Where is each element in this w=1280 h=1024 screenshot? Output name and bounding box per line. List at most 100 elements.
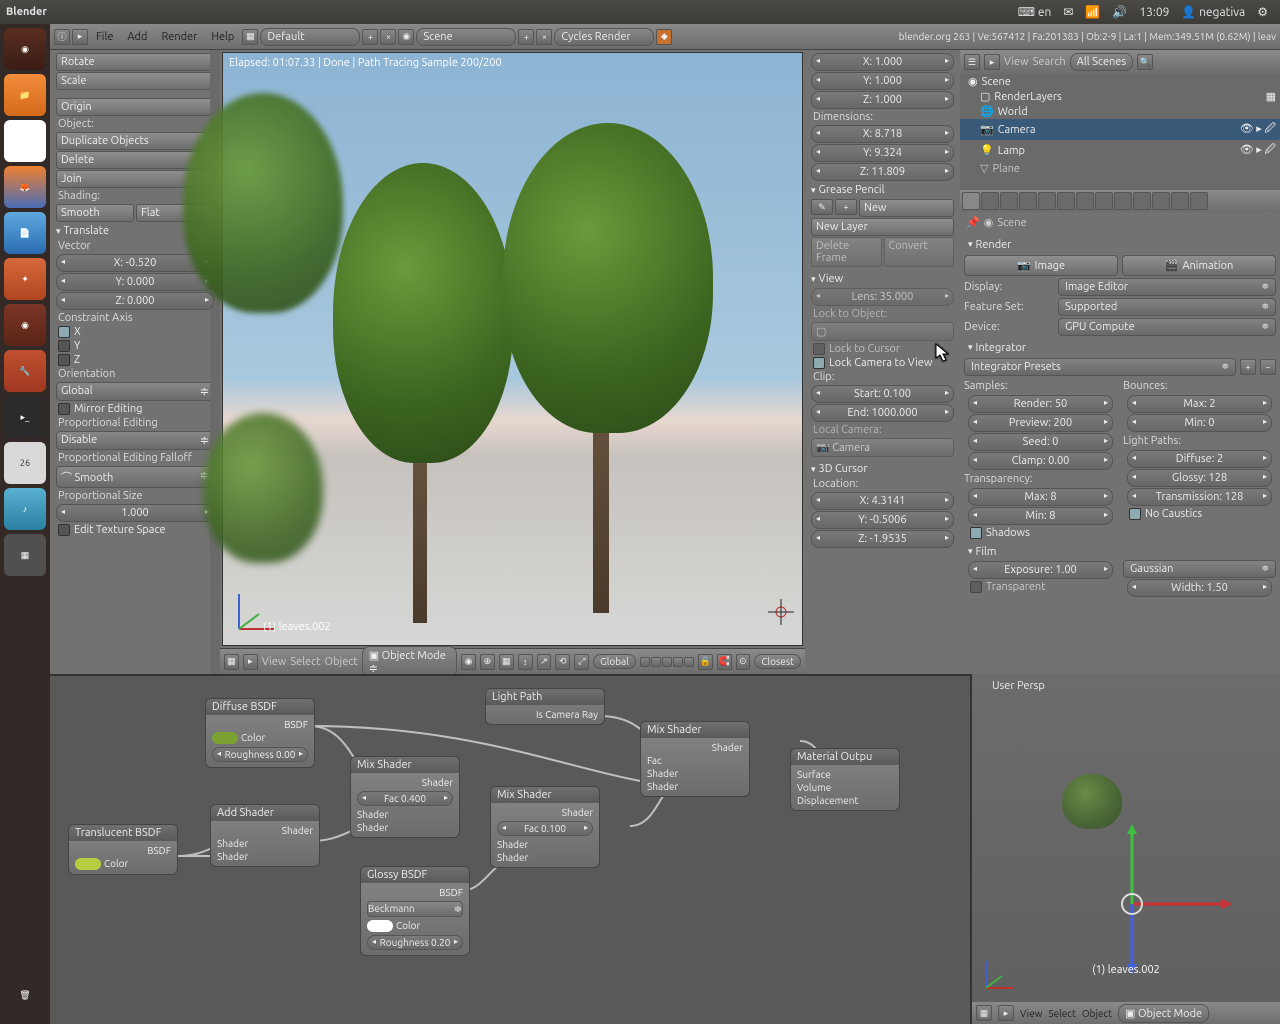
outliner-camera[interactable]: 📷 Camera👁 ▸ 🖉 (960, 119, 1280, 140)
render-anim-button[interactable]: 🎬 Animation (1122, 255, 1276, 276)
del-layout-icon[interactable]: × (380, 29, 396, 45)
new-layer-button[interactable]: New Layer (811, 218, 954, 236)
origin-button[interactable]: Origin (56, 98, 214, 116)
outliner-lamp[interactable]: 💡 Lamp👁 ▸ 🖉 (960, 140, 1280, 161)
layout-select[interactable]: Default (260, 28, 360, 46)
add-layout-icon[interactable]: + (362, 29, 378, 45)
node-material-output[interactable]: Material Outpu SurfaceVolumeDisplacement (790, 748, 900, 811)
integrator-header[interactable]: Integrator (964, 340, 1276, 356)
layer-grid[interactable] (640, 657, 694, 667)
user-menu[interactable]: 👤 negativa (1181, 5, 1245, 19)
mirror-editing[interactable]: Mirror Editing (52, 402, 218, 416)
menu-file[interactable]: File (90, 31, 119, 43)
bounces-min[interactable]: Min: 0 (1127, 414, 1272, 432)
app-icon[interactable]: ✦ (4, 258, 46, 300)
display-type[interactable]: All Scenes (1070, 53, 1133, 71)
select-menu[interactable]: Select (290, 656, 320, 668)
transmission-bounces[interactable]: Transmission: 128 (1127, 488, 1272, 506)
trans-max[interactable]: Max: 8 (968, 488, 1113, 506)
lock-object-select[interactable]: ▢ (811, 322, 954, 341)
falloff-select[interactable]: ⌒ Smooth≑ (56, 466, 214, 488)
scene-select[interactable]: Scene (416, 28, 516, 46)
view-menu[interactable]: View (262, 656, 287, 668)
search-icon[interactable]: 🔍 (1137, 54, 1153, 70)
no-caustics-check[interactable]: No Caustics (1123, 507, 1276, 521)
mini-mode-select[interactable]: ▣ Object Mode (1118, 1004, 1209, 1023)
feature-set-select[interactable]: Supported (1058, 298, 1276, 316)
add-scene-icon[interactable]: + (518, 29, 534, 45)
lens-field[interactable]: Lens: 35.000 (811, 288, 954, 306)
tab-render[interactable] (962, 192, 980, 210)
calendar-icon[interactable]: 26 (4, 442, 46, 484)
filter-width[interactable]: Width: 1.50 (1127, 579, 1272, 597)
node-mix-shader-2[interactable]: Mix Shader Shader Fac 0.100 ShaderShader (490, 786, 600, 868)
render-samples[interactable]: Render: 50 (968, 395, 1113, 413)
snap-icon[interactable]: 🧲 (717, 654, 732, 670)
constraint-z[interactable]: Z (52, 353, 218, 367)
pin-icon[interactable]: 📌 (966, 216, 980, 229)
glossy-bounces[interactable]: Glossy: 128 (1127, 469, 1272, 487)
3d-viewport[interactable]: Elapsed: 01:07.33 | Done | Path Tracing … (222, 52, 803, 646)
files-icon[interactable]: 📁 (4, 74, 46, 116)
outliner-scene[interactable]: ◉ Scene (960, 74, 1280, 89)
camera-select[interactable]: 📷 Camera (811, 438, 954, 457)
del-scene-icon[interactable]: × (536, 29, 552, 45)
clip-start[interactable]: Start: 0.100 (811, 385, 954, 403)
keyboard-icon[interactable]: ⌨ en (1018, 5, 1052, 19)
clamp[interactable]: Clamp: 0.00 (968, 452, 1113, 470)
scale-button[interactable]: Scale (56, 72, 214, 90)
grease-pencil-header[interactable]: Grease Pencil (807, 182, 958, 198)
layout-icon[interactable]: ▦ (242, 29, 258, 45)
cursor-x[interactable]: X: 4.3141 (811, 492, 954, 510)
mode-select[interactable]: ▣ Object Mode ≑ (362, 646, 457, 675)
constraint-x[interactable]: X (52, 325, 218, 339)
cursor-y[interactable]: Y: -0.5006 (811, 511, 954, 529)
smooth-button[interactable]: Smooth (56, 204, 134, 222)
ubuntu-icon[interactable]: ◉ (4, 304, 46, 346)
cursor-z[interactable]: Z: -1.9535 (811, 530, 954, 548)
snap-select[interactable]: Closest (754, 654, 801, 669)
node-diffuse-bsdf[interactable]: Diffuse BSDF BSDF Color Roughness 0.00 (205, 698, 315, 768)
preview-samples[interactable]: Preview: 200 (968, 414, 1113, 432)
vector-z[interactable]: Z: 0.000 (56, 292, 214, 310)
transform-x[interactable]: X: 1.000 (811, 53, 954, 71)
trans-min[interactable]: Min: 8 (968, 507, 1113, 525)
transparent-check[interactable]: Transparent (964, 580, 1117, 594)
propedit-select[interactable]: Disable≑ (56, 431, 214, 450)
terminal-icon[interactable]: ▸_ (4, 396, 46, 438)
duplicate-button[interactable]: Duplicate Objects (56, 132, 214, 150)
manipulator-icon[interactable]: ↕ (518, 654, 533, 670)
new-button[interactable]: New (859, 199, 954, 217)
engine-select[interactable]: Cycles Render (554, 28, 654, 46)
object-menu[interactable]: Object (325, 656, 358, 668)
clip-end[interactable]: End: 1000.000 (811, 404, 954, 422)
bounces-max[interactable]: Max: 2 (1127, 395, 1272, 413)
scene-icon[interactable]: ◉ (398, 29, 414, 45)
outliner-world[interactable]: 🌐 World (960, 104, 1280, 119)
menu-render[interactable]: Render (155, 31, 203, 43)
node-glossy-bsdf[interactable]: Glossy BSDF BSDF Beckmann≑ Color Roughne… (360, 866, 470, 956)
volume-icon[interactable]: 🔊 (1112, 5, 1127, 19)
node-mix-shader-1[interactable]: Mix Shader Shader Fac 0.400 ShaderShader (350, 756, 460, 838)
menu-add[interactable]: Add (121, 31, 153, 43)
node-mix-shader-3[interactable]: Mix Shader Shader Fac ShaderShader (640, 721, 750, 797)
constraint-y[interactable]: Y (52, 339, 218, 353)
clock[interactable]: 13:09 (1139, 6, 1169, 19)
menu-help[interactable]: Help (205, 31, 240, 43)
add-icon[interactable]: + (835, 199, 857, 215)
render-image-button[interactable]: 📷 Image (964, 255, 1118, 276)
render-panel-header[interactable]: Render (964, 237, 1276, 253)
document-icon[interactable]: 📄 (4, 212, 46, 254)
node-translucent-bsdf[interactable]: Translucent BSDF BSDF Color (68, 824, 178, 875)
node-editor[interactable]: Diffuse BSDF BSDF Color Roughness 0.00 T… (50, 674, 1280, 1024)
gear-icon[interactable]: ⚙ (1257, 5, 1268, 19)
film-header[interactable]: Film (964, 544, 1276, 560)
orientation-select[interactable]: Global≑ (56, 382, 214, 401)
display-select[interactable]: Image Editor (1058, 278, 1276, 296)
manipulator-gizmo[interactable] (1072, 824, 1232, 984)
dim-z[interactable]: Z: 11.809 (811, 163, 954, 181)
pencil-icon[interactable]: ✎ (811, 199, 833, 215)
node-light-path[interactable]: Light PathIs Camera Ray (485, 688, 605, 725)
shadows-check[interactable]: Shadows (964, 526, 1117, 540)
device-select[interactable]: GPU Compute (1058, 318, 1276, 336)
